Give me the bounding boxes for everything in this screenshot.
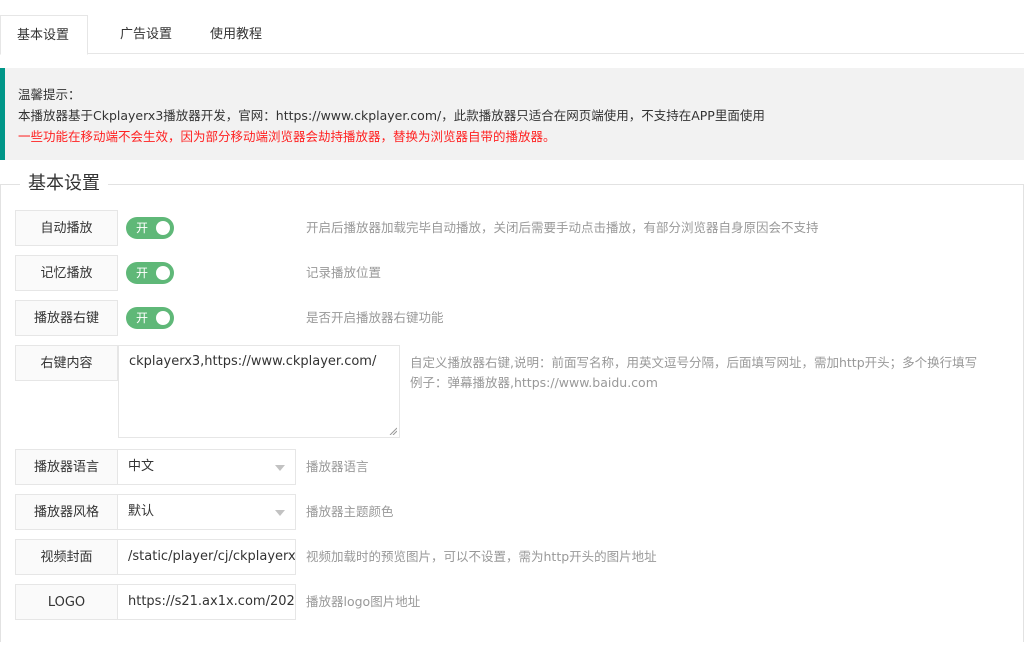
cover-desc: 视频加载时的预览图片，可以不设置，需为http开头的图片地址	[306, 549, 657, 564]
language-select[interactable]: 中文	[118, 449, 296, 485]
context-menu-label: 播放器右键	[15, 300, 118, 336]
memory-label: 记忆播放	[15, 255, 118, 291]
tip-box: 温馨提示： 本播放器基于Ckplayerx3播放器开发，官网：https://w…	[0, 68, 1024, 160]
context-content-textarea[interactable]: ckplayerx3,https://www.ckplayer.com/	[118, 345, 400, 438]
switch-text: 开	[136, 311, 149, 325]
autoplay-desc: 开启后播放器加载完毕自动播放，关闭后需要手动点击播放，有部分浏览器自身原因会不支…	[306, 220, 819, 235]
tip-title: 温馨提示：	[18, 87, 81, 102]
context-menu-desc: 是否开启播放器右键功能	[306, 310, 444, 325]
tab-basic-settings[interactable]: 基本设置	[0, 15, 88, 55]
switch-knob	[156, 221, 170, 235]
chevron-down-icon	[275, 465, 285, 471]
logo-label: LOGO	[15, 584, 118, 620]
context-content-desc-line2: 例子：弹幕播放器,https://www.baidu.com	[410, 375, 658, 390]
context-content-desc: 自定义播放器右键,说明：前面写名称，用英文逗号分隔，后面填写网址，需加http开…	[410, 353, 977, 393]
style-desc: 播放器主题颜色	[306, 504, 394, 519]
autoplay-label: 自动播放	[15, 210, 118, 246]
language-label: 播放器语言	[15, 449, 118, 485]
switch-text: 开	[136, 221, 149, 235]
language-desc: 播放器语言	[306, 459, 369, 474]
resize-handle-icon[interactable]	[389, 427, 397, 435]
context-content-label: 右键内容	[15, 345, 118, 381]
textarea-value: ckplayerx3,https://www.ckplayer.com/	[129, 354, 377, 369]
context-content-desc-line1: 自定义播放器右键,说明：前面写名称，用英文逗号分隔，后面填写网址，需加http开…	[410, 355, 978, 370]
tip-warning: 一些功能在移动端不会生效，因为部分移动端浏览器会劫持播放器，替换为浏览器自带的播…	[18, 129, 556, 144]
chevron-down-icon	[275, 510, 285, 516]
context-menu-switch[interactable]: 开	[126, 307, 174, 329]
style-select[interactable]: 默认	[118, 494, 296, 530]
tab-bar: 基本设置 广告设置 使用教程	[0, 0, 1024, 55]
switch-knob	[156, 311, 170, 325]
section-legend: 基本设置	[20, 172, 108, 196]
switch-knob	[156, 266, 170, 280]
cover-input[interactable]: /static/player/cj/ckplayerx/	[118, 539, 296, 575]
tab-tutorial[interactable]: 使用教程	[194, 15, 278, 55]
switch-text: 开	[136, 266, 149, 280]
autoplay-switch[interactable]: 开	[126, 217, 174, 239]
memory-desc: 记录播放位置	[306, 265, 382, 280]
cover-label: 视频封面	[15, 539, 118, 575]
logo-desc: 播放器logo图片地址	[306, 594, 421, 609]
language-select-value: 中文	[128, 459, 155, 474]
tip-line: 本播放器基于Ckplayerx3播放器开发，官网：https://www.ckp…	[18, 108, 765, 123]
tab-ad-settings[interactable]: 广告设置	[104, 15, 188, 55]
logo-input[interactable]: https://s21.ax1x.com/2025	[118, 584, 296, 620]
style-label: 播放器风格	[15, 494, 118, 530]
style-select-value: 默认	[128, 504, 155, 519]
memory-switch[interactable]: 开	[126, 262, 174, 284]
